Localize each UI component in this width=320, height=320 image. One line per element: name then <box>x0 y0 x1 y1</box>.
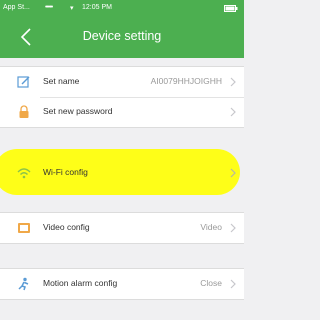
chevron-right-icon <box>230 223 236 233</box>
wifi-icon <box>17 168 31 179</box>
signal-strength: ••••• <box>45 4 53 11</box>
motion-alarm-row[interactable]: Motion alarm config Close <box>0 269 244 299</box>
chevron-right-icon <box>230 279 236 289</box>
settings-group-video: Video config Video <box>0 212 244 244</box>
edit-icon <box>17 76 30 88</box>
lock-icon <box>19 105 29 118</box>
motion-icon <box>18 277 29 291</box>
chevron-right-icon <box>230 107 236 117</box>
chevron-right-icon <box>230 77 236 87</box>
nav-bar: Device setting <box>0 16 244 58</box>
back-to-app-label[interactable]: App St... <box>3 4 30 11</box>
set-name-label: Set name <box>43 76 80 86</box>
page-title: Device setting <box>82 29 162 43</box>
video-config-value: Video <box>200 222 222 232</box>
settings-group-wifi: Wi-Fi config <box>0 157 244 189</box>
set-password-row[interactable]: Set new password <box>0 97 244 127</box>
status-time: 12:05 PM <box>82 4 112 11</box>
motion-alarm-value: Close <box>200 278 222 288</box>
set-name-value: AI0079HHJOIGHH <box>150 76 222 86</box>
settings-group-account: Set name AI0079HHJOIGHH Set new password <box>0 66 244 128</box>
chevron-right-icon <box>230 168 236 178</box>
video-config-row[interactable]: Video config Video <box>0 213 244 243</box>
video-config-label: Video config <box>43 222 90 232</box>
battery-icon <box>224 5 238 14</box>
set-name-row[interactable]: Set name AI0079HHJOIGHH <box>0 67 244 97</box>
motion-alarm-label: Motion alarm config <box>43 278 118 288</box>
wifi-status-icon: ▾ <box>70 5 74 12</box>
wifi-config-label: Wi-Fi config <box>43 167 88 177</box>
set-password-label: Set new password <box>43 106 113 116</box>
settings-group-motion: Motion alarm config Close <box>0 268 244 300</box>
wifi-config-row[interactable]: Wi-Fi config <box>0 158 244 188</box>
status-bar: App St... ••••• ▾ 12:05 PM <box>0 0 244 16</box>
video-icon <box>18 223 30 233</box>
